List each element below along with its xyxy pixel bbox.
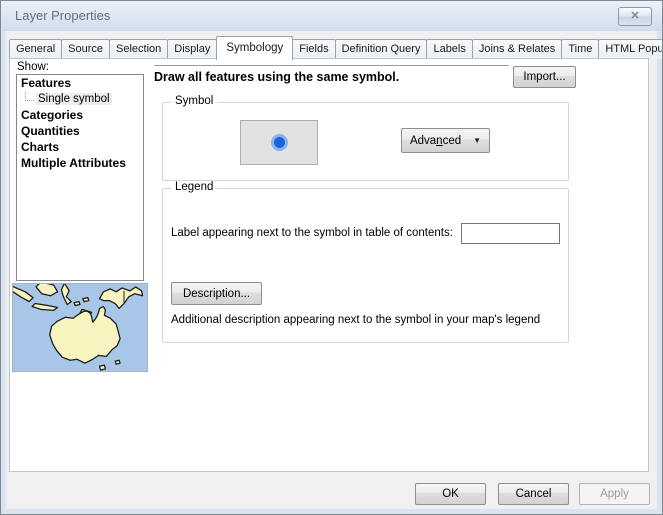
tab-fields[interactable]: Fields — [292, 39, 335, 59]
tab-joins-relates[interactable]: Joins & Relates — [472, 39, 562, 59]
tab-time[interactable]: Time — [561, 39, 599, 59]
symbology-tab-page: Show: Features Single symbol Categories … — [9, 58, 649, 472]
show-label: Show: — [17, 61, 49, 73]
point-symbol-icon — [271, 134, 288, 151]
symbol-group-title: Symbol — [171, 95, 217, 107]
show-listbox: Features Single symbol Categories Quanti… — [16, 74, 144, 281]
advanced-dropdown-button[interactable]: Advanced ▼ — [401, 128, 490, 153]
australia-map-graphic — [13, 284, 147, 371]
symbol-groupbox: Symbol Advanced ▼ — [162, 102, 569, 181]
tab-selection[interactable]: Selection — [109, 39, 168, 59]
show-item-multiple-attributes[interactable]: Multiple Attributes — [17, 155, 143, 171]
cancel-button[interactable]: Cancel — [498, 483, 569, 505]
tab-definition-query[interactable]: Definition Query — [335, 39, 428, 59]
show-item-features[interactable]: Features — [17, 75, 143, 91]
layer-properties-dialog: Layer Properties ✕ General Source Select… — [0, 0, 663, 515]
show-item-charts[interactable]: Charts — [17, 139, 143, 155]
tab-labels[interactable]: Labels — [426, 39, 472, 59]
legend-label-input[interactable] — [461, 223, 560, 244]
symbol-preview-button[interactable] — [240, 120, 318, 165]
tab-display[interactable]: Display — [167, 39, 217, 59]
legend-groupbox: Legend Label appearing next to the symbo… — [162, 188, 569, 343]
import-button[interactable]: Import... — [513, 66, 576, 88]
close-icon: ✕ — [630, 11, 639, 22]
legend-label-text: Label appearing next to the symbol in ta… — [171, 227, 453, 239]
method-description: Draw all features using the same symbol. — [154, 70, 399, 84]
show-item-quantities[interactable]: Quantities — [17, 123, 143, 139]
apply-button[interactable]: Apply — [579, 483, 650, 505]
dialog-client-area: General Source Selection Display Symbolo… — [6, 31, 657, 509]
tab-html-popup[interactable]: HTML Popup — [598, 39, 663, 59]
tab-strip: General Source Selection Display Symbolo… — [9, 36, 654, 59]
header-separator — [154, 65, 509, 66]
close-button[interactable]: ✕ — [618, 7, 652, 26]
chevron-down-icon: ▼ — [473, 136, 481, 145]
show-item-single-symbol[interactable]: Single symbol — [17, 91, 143, 107]
window-title: Layer Properties — [15, 8, 110, 23]
tab-symbology[interactable]: Symbology — [216, 36, 293, 60]
title-bar[interactable]: Layer Properties ✕ — [1, 1, 662, 31]
show-item-categories[interactable]: Categories — [17, 107, 143, 123]
additional-description-text: Additional description appearing next to… — [171, 314, 540, 326]
map-thumbnail — [12, 283, 148, 372]
tree-branch-icon — [25, 92, 34, 101]
legend-group-title: Legend — [171, 181, 217, 193]
ok-button[interactable]: OK — [415, 483, 486, 505]
tab-general[interactable]: General — [9, 39, 62, 59]
tab-source[interactable]: Source — [61, 39, 110, 59]
description-button[interactable]: Description... — [171, 282, 262, 305]
